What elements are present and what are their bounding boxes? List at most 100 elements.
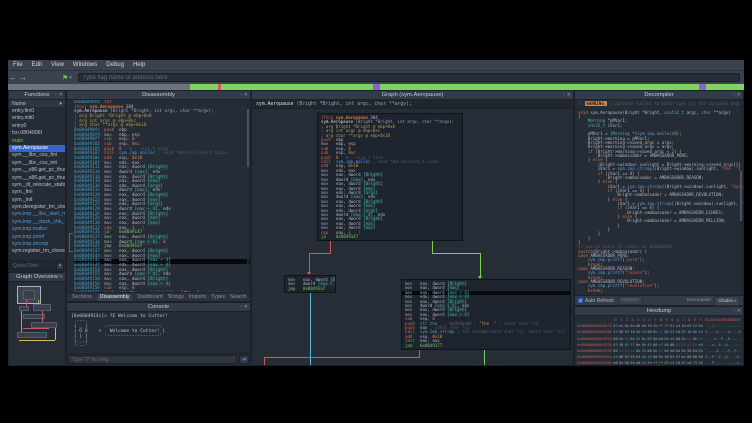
tab-types[interactable]: Types — [211, 294, 225, 300]
edge-false — [309, 253, 331, 254]
tab-imports[interactable]: Imports — [189, 294, 206, 300]
decompiler-scrollbar[interactable] — [740, 101, 742, 295]
function-item[interactable]: sym.register_tm_clones — [9, 248, 65, 255]
close-icon[interactable]: ✕ — [59, 92, 63, 99]
function-item[interactable]: sym.__x86.get_pc_thunk.bx — [9, 175, 65, 182]
menu-item-file[interactable]: File — [13, 62, 23, 68]
functions-column-header[interactable]: Name▾ — [9, 100, 65, 108]
menu-item-edit[interactable]: Edit — [32, 62, 42, 68]
graph-node-false-branch[interactable]: moveax, dword [Bright]movdword [eax + 8]… — [284, 275, 336, 293]
tab-search[interactable]: Search — [230, 294, 246, 300]
undock-icon[interactable]: ▫ — [55, 92, 57, 99]
edge-false — [330, 241, 331, 253]
menu-item-debug[interactable]: Debug — [106, 62, 124, 68]
flag-dropdown[interactable]: ⚑▾ — [62, 74, 72, 82]
decompiler-line[interactable]: // WARNING: [r2ghidra] Failed to match t… — [578, 102, 743, 106]
hexdump-row[interactable]: 0x0000000008049250a0040850e8a1feffff83c4… — [577, 360, 741, 365]
close-icon[interactable]: ✕ — [244, 92, 248, 99]
function-item[interactable]: sym._fini — [9, 189, 65, 196]
close-icon[interactable]: ✕ — [737, 92, 741, 99]
graph-overview-minimap[interactable] — [9, 282, 65, 365]
dock-tab-bar: Sections Disassembly Dashboard Strings Impor… — [67, 292, 250, 301]
back-arrow-icon[interactable]: ← — [8, 73, 18, 82]
menu-item-windows[interactable]: Windows — [73, 62, 97, 68]
close-icon[interactable]: ✕ — [244, 304, 248, 311]
function-item[interactable]: sym.imp.__stack_chk_fail — [9, 219, 65, 226]
edge-false — [264, 357, 265, 365]
decompiler-code: // WARNING: [r2ghidra] Failed to match t… — [575, 100, 743, 295]
close-icon[interactable]: ✕ — [737, 308, 741, 315]
undock-icon[interactable]: ▫ — [240, 304, 242, 311]
function-item[interactable]: sym.deregister_tm_clones — [9, 204, 65, 211]
close-icon[interactable]: ✕ — [59, 274, 63, 281]
edge-true — [432, 241, 433, 253]
undock-icon[interactable]: ▫ — [733, 92, 735, 99]
refresh-button[interactable]: Refresh — [618, 296, 643, 305]
hexdump-table[interactable]: 0123456789ABCDEF0123456789ABCDEF0x000000… — [575, 316, 743, 365]
decompiler-panel: Decompiler ▫✕ // WARNING: [r2ghidra] Fai… — [574, 90, 744, 306]
auto-refresh-checkbox[interactable]: ✓ — [578, 298, 583, 303]
quick-filter-input[interactable] — [10, 262, 55, 270]
function-item[interactable]: entry.init0 — [9, 115, 65, 122]
function-item[interactable]: entry.fini0 — [9, 108, 65, 115]
decompiler-select-label: Decompiler: — [687, 298, 713, 303]
undock-icon[interactable]: ▫ — [240, 92, 242, 99]
tab-sections[interactable]: Sections — [72, 294, 92, 300]
graph-node-line[interactable]: ja0x8049147 — [321, 235, 459, 239]
edge-false — [264, 357, 420, 358]
close-icon[interactable]: ✕ — [567, 92, 571, 99]
function-item[interactable]: sym.imp.__libc_start_main — [9, 211, 65, 218]
forward-arrow-icon[interactable]: → — [18, 73, 28, 82]
function-item[interactable]: main — [9, 138, 65, 145]
decompiler-line[interactable]: break; — [578, 289, 743, 293]
function-item[interactable]: entry0 — [9, 123, 65, 130]
graph-node-line[interactable]: jne0x8049177 — [405, 344, 567, 348]
menu-item-help[interactable]: Help — [133, 62, 145, 68]
undock-icon[interactable]: ▫ — [563, 92, 565, 99]
decompiler-panel-title: Decompiler ▫✕ — [575, 91, 743, 100]
function-item[interactable]: sym.imp.printf — [9, 234, 65, 241]
disassembly-panel: Disassembly ▫✕ 0x080490fbret(fcn) sym.Ae… — [66, 90, 251, 302]
function-item[interactable]: sym._dl_relocate_static_pie — [9, 182, 65, 189]
quick-filter-button[interactable]: ▾ — [56, 262, 64, 270]
undock-icon[interactable]: ▫ — [55, 274, 57, 281]
function-item[interactable]: sym.__x86.get_pc_thunk.bp — [9, 167, 65, 174]
tab-dashboard[interactable]: Dashboard — [137, 294, 162, 300]
graph-panel: Graph (sym.Aeropause) ▫✕ sym.Aeropause (… — [251, 90, 574, 366]
disassembly-scrollbar[interactable] — [247, 101, 249, 291]
cutter-app: File Edit View Windows Debug Help ← → ⚑▾ Func… — [0, 0, 752, 423]
function-item[interactable]: sym.Aeropause — [9, 145, 65, 152]
chevron-down-icon: ▾ — [69, 75, 72, 81]
disassembly-listing: 0x080490fbret(fcn) sym.Aeropause 304sym.… — [67, 100, 250, 292]
undock-icon[interactable]: ▫ — [733, 308, 735, 315]
function-item[interactable]: sym._init — [9, 197, 65, 204]
decompiler-line[interactable]: void sym.Aeropause(Bright *Bright, uint3… — [578, 111, 743, 115]
auto-refresh-label: Auto Refresh — [585, 298, 614, 304]
graph-node-line[interactable]: jmp0x80491a7 — [288, 287, 332, 291]
toolbar: ← → ⚑▾ — [8, 71, 744, 84]
function-item[interactable]: sym.imp.strcmp — [9, 241, 65, 248]
function-item[interactable]: sym.imp.malloc — [9, 226, 65, 233]
main-window: File Edit View Windows Debug Help ← → ⚑▾ Func… — [8, 60, 744, 366]
tab-disassembly[interactable]: Disassembly — [97, 294, 132, 301]
function-item[interactable]: sym.__libc_csu_fini — [9, 152, 65, 159]
function-item[interactable]: fcn.0804906f — [9, 130, 65, 137]
tab-strings[interactable]: Strings — [168, 294, 184, 300]
graph-overview-title: Graph Overview ▫✕ — [9, 273, 65, 282]
console-input[interactable] — [68, 355, 237, 364]
omnibar-input[interactable] — [78, 73, 740, 82]
menu-bar: File Edit View Windows Debug Help — [8, 60, 744, 71]
console-line: '---' — [71, 344, 250, 349]
edge-unconditional — [310, 293, 311, 365]
graph-node-entry[interactable]: (fcn) sym.Aeropause 304sym.Aeropause (Br… — [317, 113, 463, 241]
menu-item-view[interactable]: View — [51, 62, 64, 68]
quick-filter-row: ▾ — [9, 260, 65, 271]
edge-true — [480, 253, 481, 278]
console-send-icon[interactable]: ➜ — [239, 355, 249, 364]
decompiler-select[interactable]: Ghidra ▾ — [714, 296, 740, 306]
graph-node-true-branch[interactable]: moveax, dword [Bright]moveax, dword [eax… — [401, 279, 571, 350]
functions-panel-title: Functions ▫✕ — [9, 91, 65, 100]
function-item[interactable]: sym.__libc_csu_init — [9, 160, 65, 167]
graph-canvas[interactable]: (fcn) sym.Aeropause 304sym.Aeropause (Br… — [252, 109, 573, 365]
console-output: [0x0804914c]> ?E Welcome to Cutter! .---… — [67, 312, 250, 353]
